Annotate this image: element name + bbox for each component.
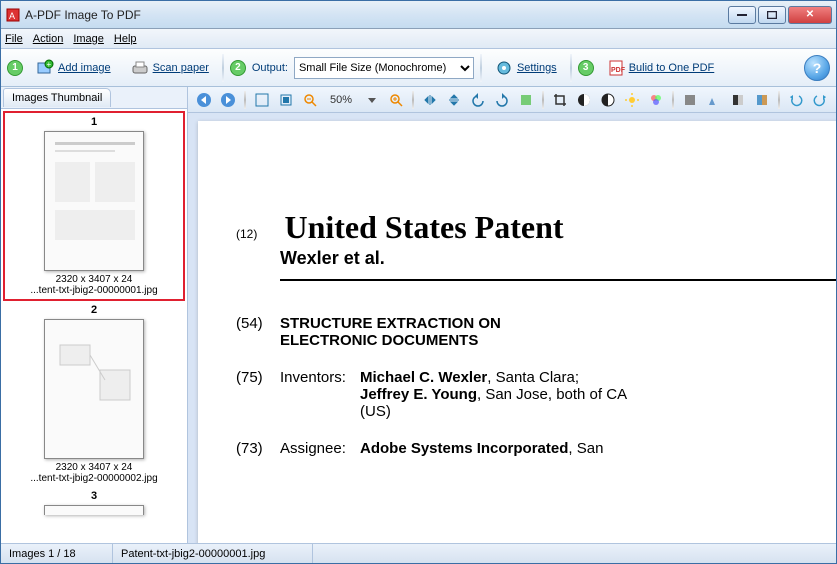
scan-paper-label: Scan paper xyxy=(153,62,209,74)
svg-text:A: A xyxy=(9,11,15,21)
add-image-icon: + xyxy=(36,59,54,77)
prev-page-button[interactable] xyxy=(194,90,214,110)
main-toolbar: 1 + Add image Scan paper 2 Output: Small… xyxy=(1,49,836,87)
svg-text:+: + xyxy=(47,60,52,69)
thumb-filename: ...tent-txt-jbig2-00000001.jpg xyxy=(7,285,181,296)
status-empty xyxy=(313,544,836,563)
status-images-count: Images 1 / 18 xyxy=(1,544,113,563)
status-bar: Images 1 / 18 Patent-txt-jbig2-00000001.… xyxy=(1,543,836,563)
thumbnail-item-1[interactable]: 1 2320 x 3407 x 24 ...tent-txt-jbig2-000… xyxy=(3,111,185,301)
minimize-button[interactable] xyxy=(728,6,756,24)
maximize-button[interactable] xyxy=(758,6,786,24)
doc-authors: Wexler et al. xyxy=(280,248,836,269)
zoom-fit-button[interactable] xyxy=(276,90,296,110)
output-label: Output: xyxy=(252,62,288,74)
thumb-dimensions: 2320 x 3407 x 24 xyxy=(7,274,181,285)
step2-badge: 2 xyxy=(230,60,246,76)
settings-label: Settings xyxy=(517,62,557,74)
menu-bar: File Action Image Help xyxy=(1,29,836,49)
separator xyxy=(542,91,544,109)
rotate-left-button[interactable] xyxy=(468,90,488,110)
doc-section-54: (54) STRUCTURE EXTRACTION ON ELECTRONIC … xyxy=(236,315,836,349)
flip-v-button[interactable] xyxy=(444,90,464,110)
effects-button[interactable] xyxy=(516,90,536,110)
separator xyxy=(778,91,780,109)
content-area: Images Thumbnail 1 2320 x 3407 x 24 ...t… xyxy=(1,87,836,543)
zoom-out-button[interactable] xyxy=(300,90,320,110)
window-title: A-PDF Image To PDF xyxy=(25,8,728,22)
thumbnail-list[interactable]: 1 2320 x 3407 x 24 ...tent-txt-jbig2-000… xyxy=(1,109,187,543)
invert-button[interactable] xyxy=(598,90,618,110)
rotate-right-button[interactable] xyxy=(492,90,512,110)
thumb-filename: ...tent-txt-jbig2-00000002.jpg xyxy=(5,473,183,484)
brightness-button[interactable] xyxy=(622,90,642,110)
zoom-actual-button[interactable] xyxy=(252,90,272,110)
pdf-icon: PDF xyxy=(607,59,625,77)
color-button[interactable] xyxy=(646,90,666,110)
thumbnail-item-3[interactable]: 3 xyxy=(3,487,185,521)
step1-badge: 1 xyxy=(7,60,23,76)
scanner-icon xyxy=(131,59,149,77)
build-pdf-button[interactable]: PDF Bulid to One PDF xyxy=(600,55,722,81)
grayscale-button[interactable] xyxy=(680,90,700,110)
status-filename: Patent-txt-jbig2-00000001.jpg xyxy=(113,544,313,563)
bw-button[interactable] xyxy=(728,90,748,110)
step3-badge: 3 xyxy=(578,60,594,76)
preview-toolbar: 50% xyxy=(188,87,836,113)
menu-action[interactable]: Action xyxy=(33,33,64,45)
levels-button[interactable] xyxy=(752,90,772,110)
add-image-label: Add image xyxy=(58,62,111,74)
thumb-dimensions: 2320 x 3407 x 24 xyxy=(5,462,183,473)
gear-icon xyxy=(495,59,513,77)
undo-button[interactable] xyxy=(786,90,806,110)
thumb-page-number: 2 xyxy=(5,304,183,316)
menu-image[interactable]: Image xyxy=(73,33,104,45)
thumbnail-item-2[interactable]: 2 2320 x 3407 x 24 ...tent-txt-jbig2-000… xyxy=(3,301,185,487)
title-bar: A A-PDF Image To PDF ✕ xyxy=(1,1,836,29)
doc-divider xyxy=(280,279,836,281)
contrast-button[interactable] xyxy=(574,90,594,110)
document-page: (12) United States Patent Wexler et al. … xyxy=(198,121,836,543)
zoom-in-button[interactable] xyxy=(386,90,406,110)
flip-h-button[interactable] xyxy=(420,90,440,110)
zoom-level: 50% xyxy=(324,94,358,106)
doc-section-73: (73) Assignee: Adobe Systems Incorporate… xyxy=(236,440,836,457)
thumb-page-number: 3 xyxy=(5,490,183,502)
menu-help[interactable]: Help xyxy=(114,33,137,45)
doc-code-12: (12) xyxy=(236,227,280,241)
preview-panel: 50% xyxy=(188,87,836,543)
separator xyxy=(570,54,572,82)
preview-viewport[interactable]: (12) United States Patent Wexler et al. … xyxy=(188,113,836,543)
thumb-preview xyxy=(44,505,144,515)
thumb-preview xyxy=(44,131,144,271)
svg-text:PDF: PDF xyxy=(611,67,625,74)
thumb-preview xyxy=(44,319,144,459)
zoom-dropdown-button[interactable] xyxy=(362,90,382,110)
settings-button[interactable]: Settings xyxy=(488,55,564,81)
thumbnail-sidebar: Images Thumbnail 1 2320 x 3407 x 24 ...t… xyxy=(1,87,188,543)
menu-file[interactable]: File xyxy=(5,33,23,45)
help-button[interactable]: ? xyxy=(804,55,830,81)
next-page-button[interactable] xyxy=(218,90,238,110)
separator xyxy=(672,91,674,109)
crop-button[interactable] xyxy=(550,90,570,110)
redo-button[interactable] xyxy=(810,90,830,110)
separator xyxy=(244,91,246,109)
close-button[interactable]: ✕ xyxy=(788,6,832,24)
thumb-page-number: 1 xyxy=(7,116,181,128)
build-pdf-label: Bulid to One PDF xyxy=(629,62,715,74)
add-image-button[interactable]: + Add image xyxy=(29,55,118,81)
separator xyxy=(222,54,224,82)
doc-section-75: (75) Inventors: Michael C. Wexler, Santa… xyxy=(236,369,836,420)
output-select[interactable]: Small File Size (Monochrome) xyxy=(294,57,474,79)
separator xyxy=(412,91,414,109)
sidebar-tab[interactable]: Images Thumbnail xyxy=(1,87,187,109)
app-icon: A xyxy=(5,7,21,23)
scan-paper-button[interactable]: Scan paper xyxy=(124,55,216,81)
separator xyxy=(480,54,482,82)
doc-title: United States Patent xyxy=(284,209,563,245)
threshold-button[interactable] xyxy=(704,90,724,110)
